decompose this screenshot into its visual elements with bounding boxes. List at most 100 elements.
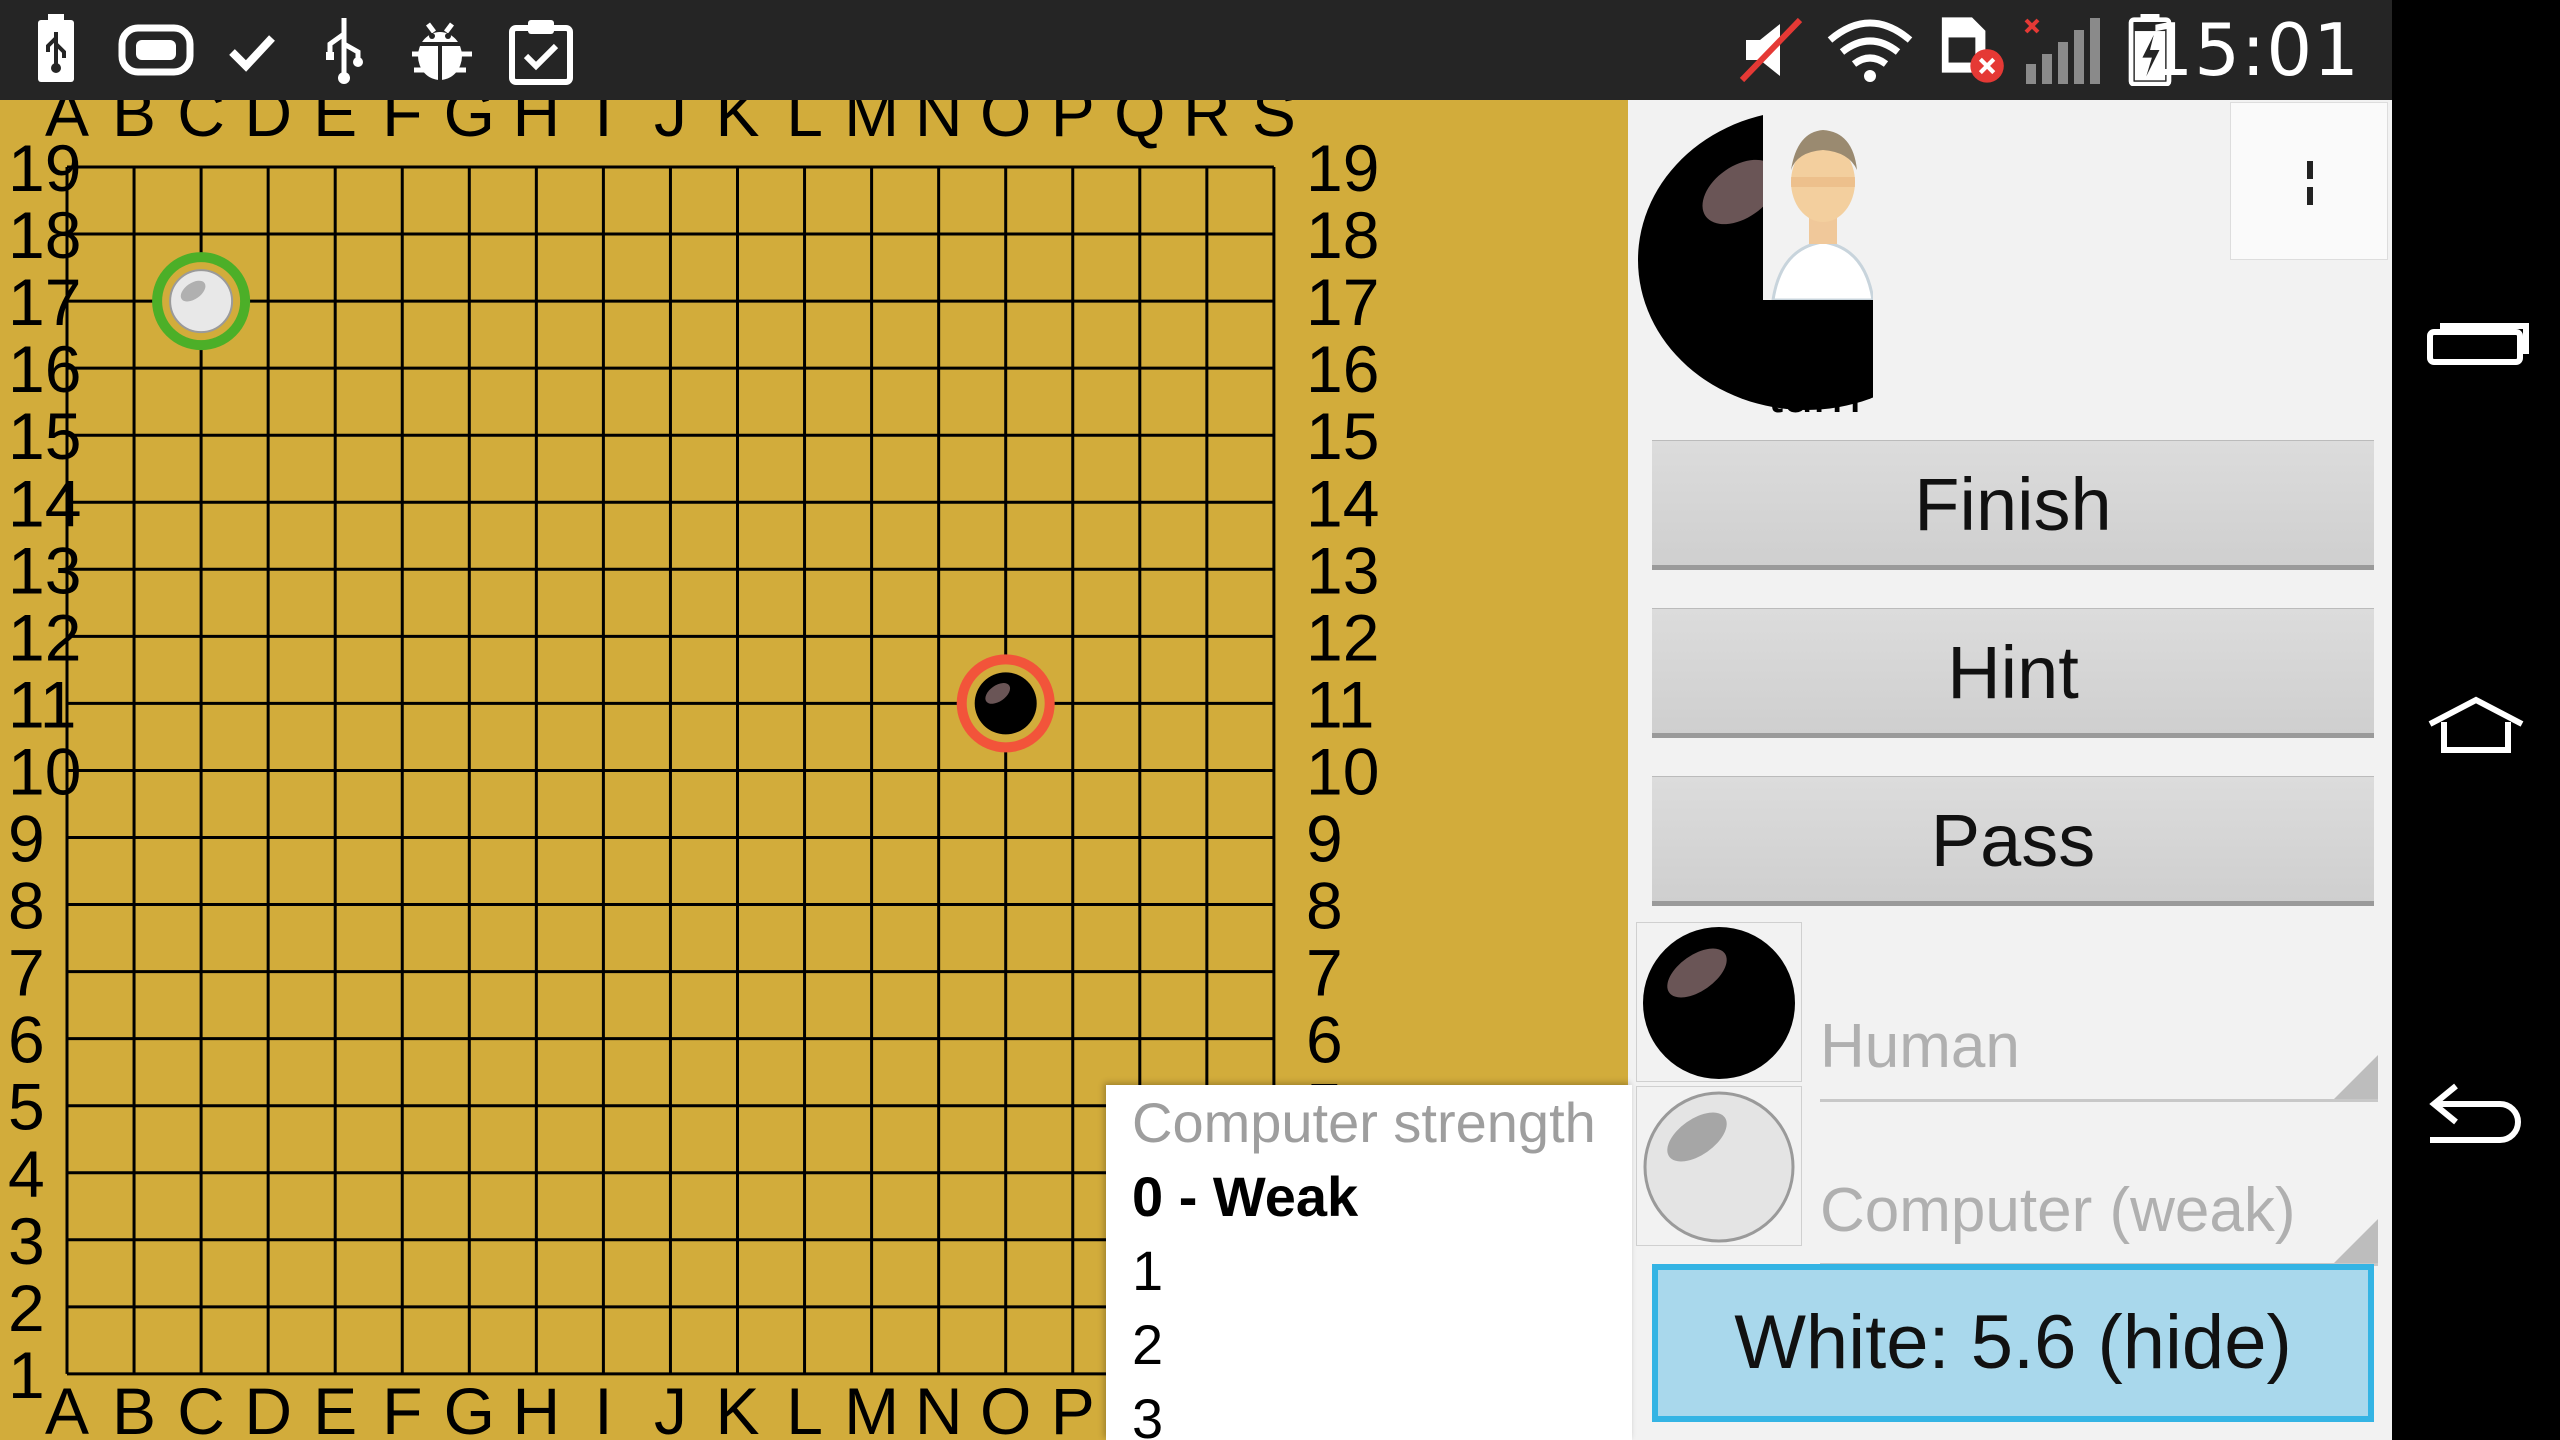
coordinate-label: S — [1252, 100, 1296, 150]
clipboard-check-icon — [509, 20, 573, 85]
black-stone-icon — [1643, 927, 1795, 1079]
coordinate-label: F — [382, 1374, 422, 1440]
black-player-stone — [1636, 922, 1802, 1082]
coordinate-label: B — [112, 100, 156, 150]
coordinate-label: L — [786, 100, 823, 150]
coordinate-label: L — [786, 1374, 823, 1440]
coordinate-label: K — [715, 1374, 759, 1440]
coordinate-label: I — [594, 1374, 612, 1440]
coordinate-label: 6 — [8, 1003, 45, 1077]
coordinate-label: O — [980, 100, 1031, 150]
coordinate-label: 6 — [1306, 1003, 1343, 1077]
coordinate-label: 13 — [8, 533, 81, 607]
coordinate-label: 12 — [8, 600, 81, 674]
coordinate-label: J — [654, 100, 687, 150]
coordinate-label: 11 — [1306, 667, 1375, 741]
clock: 15:01 — [2147, 8, 2360, 92]
coordinate-label: 2 — [8, 1271, 45, 1345]
computer-strength-dropdown: Computer strength 0 - Weak 1 2 3 — [1106, 1085, 1632, 1440]
gamepad-icon — [118, 24, 194, 76]
coordinate-label: E — [313, 100, 357, 150]
coordinate-label: G — [444, 100, 495, 150]
turn-label: Your turn — [1768, 298, 1873, 415]
coordinate-label: 7 — [1306, 936, 1343, 1010]
coordinate-label: 11 — [8, 667, 77, 741]
pass-button[interactable]: Pass — [1652, 776, 2374, 906]
android-debug-icon — [412, 22, 472, 80]
home-icon[interactable] — [2416, 670, 2536, 770]
coordinate-label: 3 — [8, 1204, 45, 1278]
coordinate-label: 4 — [8, 1137, 45, 1211]
coordinate-label: 17 — [8, 265, 81, 339]
coordinate-label: C — [177, 100, 225, 150]
coordinate-label: M — [844, 1374, 899, 1440]
usb-icon — [38, 14, 74, 82]
mute-icon — [1739, 17, 1803, 83]
recent-apps-icon[interactable] — [2416, 290, 2536, 390]
dropdown-icon — [2334, 1055, 2378, 1099]
score-button[interactable]: White: 5.6 (hide) — [1652, 1264, 2374, 1422]
signal-icon — [2024, 18, 2100, 84]
status-bar: 15:01 — [0, 0, 2392, 100]
coordinate-label: C — [177, 1374, 225, 1440]
coordinate-label: 19 — [8, 131, 81, 205]
white-player-select[interactable]: Computer (weak) — [1820, 1156, 2378, 1266]
coordinate-label: 18 — [1306, 198, 1379, 272]
strength-option[interactable]: 2 — [1132, 1309, 1612, 1381]
coordinate-label: H — [513, 1374, 561, 1440]
coordinate-label: D — [244, 1374, 292, 1440]
coordinate-label: 15 — [8, 399, 81, 473]
coordinate-label: 16 — [1306, 332, 1379, 406]
coordinate-label: 1 — [8, 1338, 45, 1412]
coordinate-label: 9 — [8, 802, 45, 876]
white-player-stone — [1636, 1086, 1802, 1246]
check-icon — [229, 35, 275, 72]
coordinate-label: I — [594, 100, 612, 150]
sim-error-icon — [1941, 17, 2004, 83]
white-player-value: Computer (weak) — [1820, 1176, 2296, 1245]
back-icon[interactable] — [2416, 1060, 2536, 1160]
coordinate-label: 17 — [1306, 265, 1379, 339]
coordinate-label: A — [45, 1374, 89, 1440]
overflow-menu-icon — [2307, 161, 2313, 205]
coordinate-label: G — [444, 1374, 495, 1440]
finish-button[interactable]: Finish — [1652, 440, 2374, 570]
strength-option[interactable]: 1 — [1132, 1235, 1612, 1307]
turn-indicator: Your turn — [1638, 110, 1873, 415]
strength-option[interactable]: 3 — [1132, 1383, 1612, 1440]
coordinate-label: 9 — [1306, 802, 1343, 876]
navigation-bar — [2392, 0, 2560, 1440]
coordinate-label: O — [980, 1374, 1031, 1440]
coordinate-label: 13 — [1306, 533, 1379, 607]
black-stone — [956, 654, 1055, 753]
coordinate-label: 12 — [1306, 600, 1379, 674]
coordinate-label: 10 — [8, 734, 81, 808]
overflow-menu-button[interactable] — [2230, 102, 2388, 260]
coordinate-label: 19 — [1306, 131, 1379, 205]
coordinate-label: K — [715, 100, 759, 150]
coordinate-label: 10 — [1306, 734, 1379, 808]
coordinate-label: 15 — [1306, 399, 1379, 473]
hint-button[interactable]: Hint — [1652, 608, 2374, 738]
white-stone — [152, 252, 251, 351]
coordinate-label: P — [1051, 100, 1095, 150]
coordinate-label: R — [1183, 100, 1231, 150]
side-panel: Your turn Finish Hint Pass Human Compute… — [1628, 100, 2392, 1440]
coordinate-label: 16 — [8, 332, 81, 406]
coordinate-label: 14 — [1306, 466, 1379, 540]
coordinate-label: Q — [1114, 100, 1165, 150]
coordinate-label: 8 — [8, 869, 45, 943]
black-player-value: Human — [1820, 1012, 2020, 1081]
coordinate-label: 14 — [8, 466, 81, 540]
user-avatar — [1763, 110, 1873, 300]
coordinate-label: P — [1051, 1374, 1095, 1440]
coordinate-label: 7 — [8, 936, 45, 1010]
coordinate-label: N — [915, 1374, 963, 1440]
strength-option[interactable]: 0 - Weak — [1132, 1161, 1612, 1233]
coordinate-label: B — [112, 1374, 156, 1440]
usb-debug-icon — [326, 18, 363, 84]
coordinate-label: D — [244, 100, 292, 150]
black-player-select[interactable]: Human — [1820, 992, 2378, 1102]
coordinate-label: 18 — [8, 198, 81, 272]
dropdown-icon — [2334, 1219, 2378, 1263]
